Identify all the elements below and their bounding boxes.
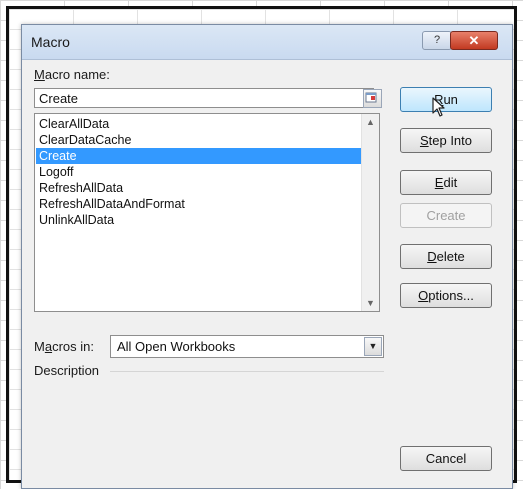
macros-in-label-pre: M bbox=[34, 339, 45, 354]
macro-name-label: Macro name: bbox=[34, 67, 110, 82]
edit-button[interactable]: Edit bbox=[400, 170, 492, 195]
help-button[interactable]: ? bbox=[422, 31, 452, 50]
options-label: ptions... bbox=[428, 288, 474, 303]
macro-list-item[interactable]: Logoff bbox=[36, 164, 364, 180]
ref-edit-icon bbox=[365, 92, 377, 103]
macros-in-label: Macros in: bbox=[34, 339, 94, 354]
macro-name-label-rest: acro name: bbox=[44, 67, 110, 82]
edit-label: dit bbox=[443, 175, 458, 190]
macro-list-item[interactable]: ClearDataCache bbox=[36, 132, 364, 148]
chevron-down-icon[interactable]: ▼ bbox=[364, 337, 382, 356]
scroll-down-icon[interactable]: ▼ bbox=[366, 298, 375, 308]
macro-list-items: ClearAllData ClearDataCache Create Logoff Re… bbox=[36, 116, 364, 228]
create-button[interactable]: Create bbox=[400, 203, 492, 228]
run-button[interactable]: Run bbox=[400, 87, 492, 112]
step-into-mnemonic: S bbox=[419, 133, 429, 148]
description-divider bbox=[110, 371, 384, 372]
delete-button[interactable]: Delete bbox=[400, 244, 492, 269]
delete-label: elete bbox=[436, 249, 465, 264]
macro-dialog: Macro ? ✕ Macro name: Create ClearAllDat… bbox=[21, 24, 513, 489]
macros-in-label-post: cros in: bbox=[52, 339, 94, 354]
dialog-title: Macro bbox=[31, 34, 70, 50]
mouse-pointer-icon bbox=[432, 97, 445, 117]
options-mnemonic: O bbox=[418, 288, 429, 303]
scroll-up-icon[interactable]: ▲ bbox=[366, 117, 375, 127]
step-into-button[interactable]: Step Into bbox=[400, 128, 492, 153]
step-into-label: tep Into bbox=[428, 133, 473, 148]
macro-list-item[interactable]: ClearAllData bbox=[36, 116, 364, 132]
macro-name-input[interactable]: Create bbox=[34, 88, 374, 108]
delete-mnemonic: D bbox=[427, 249, 437, 264]
ref-edit-button[interactable] bbox=[363, 89, 382, 108]
description-label: Description bbox=[34, 363, 100, 378]
macro-list-item[interactable]: RefreshAllData bbox=[36, 180, 364, 196]
macros-in-select[interactable]: All Open Workbooks ▼ bbox=[110, 335, 384, 358]
title-bar: Macro ? ✕ bbox=[22, 25, 512, 60]
macro-list-item[interactable]: RefreshAllDataAndFormat bbox=[36, 196, 364, 212]
macro-list-item[interactable]: Create bbox=[36, 148, 364, 164]
macros-in-value: All Open Workbooks bbox=[117, 339, 236, 354]
cancel-button[interactable]: Cancel bbox=[400, 446, 492, 471]
macro-list[interactable]: ClearAllData ClearDataCache Create Logoff Re… bbox=[34, 113, 380, 312]
macro-name-label-mnemonic: M bbox=[34, 67, 45, 82]
macro-list-scrollbar[interactable]: ▲ ▼ bbox=[361, 114, 379, 311]
macro-list-item[interactable]: UnlinkAllData bbox=[36, 212, 364, 228]
macros-in-label-mnemonic: a bbox=[44, 339, 53, 354]
options-button[interactable]: Options... bbox=[400, 283, 492, 308]
close-button[interactable]: ✕ bbox=[450, 31, 498, 50]
